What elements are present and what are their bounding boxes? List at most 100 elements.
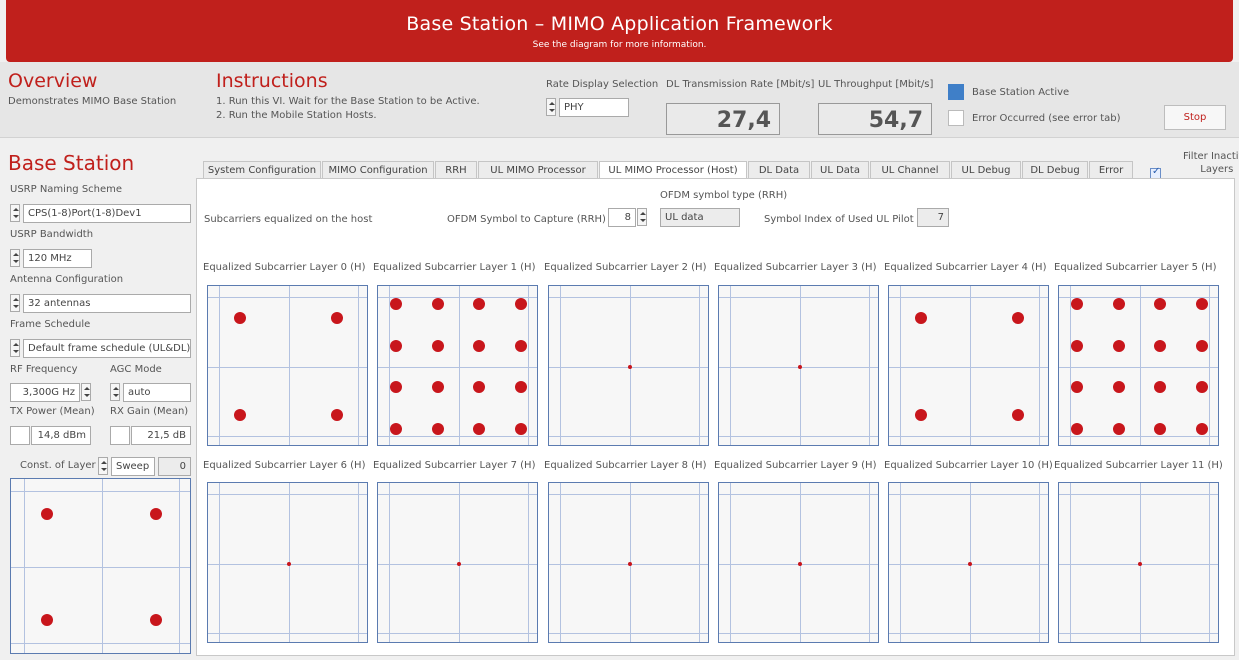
- instructions-line-2: 2. Run the Mobile Station Hosts.: [216, 110, 377, 121]
- ul-throughput-label: UL Throughput [Mbit/s]: [818, 79, 934, 90]
- plot-title-layer-7: Equalized Subcarrier Layer 7 (H): [373, 460, 536, 471]
- grid-line: [1140, 286, 1141, 445]
- ofdm-capture-spinner[interactable]: [637, 208, 647, 226]
- overview-description: Demonstrates MIMO Base Station: [8, 96, 177, 107]
- plot-title-layer-9: Equalized Subcarrier Layer 9 (H): [714, 460, 877, 471]
- agc-mode-field[interactable]: auto: [123, 383, 191, 402]
- grid-line: [459, 286, 460, 445]
- constellation-point: [915, 409, 927, 421]
- rate-display-label: Rate Display Selection: [546, 79, 659, 90]
- constellation-point: [968, 562, 972, 566]
- constellation-point: [1113, 423, 1125, 435]
- ul-pilot-field: 7: [917, 208, 949, 227]
- grid-line: [900, 286, 901, 445]
- grid-line: [869, 286, 870, 445]
- ofdm-capture-field[interactable]: 8: [608, 208, 636, 227]
- antenna-config-label: Antenna Configuration: [10, 274, 124, 285]
- grid-line: [1070, 483, 1071, 642]
- rate-display-spinner[interactable]: [546, 98, 556, 116]
- constellation-point: [473, 381, 485, 393]
- constellation-point: [1154, 381, 1166, 393]
- rate-display-select[interactable]: PHY: [559, 98, 629, 117]
- rf-frequency-field[interactable]: 3,300G Hz: [10, 383, 80, 402]
- constellation-point: [1113, 340, 1125, 352]
- antenna-config-field[interactable]: 32 antennas: [23, 294, 191, 313]
- antenna-config-spinner[interactable]: [10, 294, 20, 312]
- constellation-plot-layer-4: [888, 285, 1049, 446]
- agc-mode-spinner[interactable]: [110, 383, 120, 401]
- filter-inactive-label-line-1: Filter Inactive: [1183, 151, 1239, 162]
- grid-line: [889, 297, 1048, 298]
- constellation-point: [234, 409, 246, 421]
- constellation-plot-layer-0: [207, 285, 368, 446]
- grid-line: [378, 297, 537, 298]
- const-layer-spinner[interactable]: [98, 457, 108, 475]
- constellation-point: [473, 298, 485, 310]
- const-layer-index: 0: [158, 457, 191, 476]
- dl-rate-label: DL Transmission Rate [Mbit/s]: [666, 79, 815, 90]
- constellation-point: [1113, 298, 1125, 310]
- grid-line: [358, 483, 359, 642]
- constellation-point: [432, 298, 444, 310]
- plot-title-layer-3: Equalized Subcarrier Layer 3 (H): [714, 262, 877, 273]
- constellation-point: [515, 381, 527, 393]
- usrp-bandwidth-spinner[interactable]: [10, 249, 20, 267]
- constellation-point: [1196, 298, 1208, 310]
- grid-line: [719, 436, 878, 437]
- grid-line: [24, 479, 25, 653]
- grid-line: [1039, 483, 1040, 642]
- usrp-naming-field[interactable]: CPS(1-8)Port(1-8)Dev1: [23, 204, 191, 223]
- constellation-plot-layer-6: [207, 482, 368, 643]
- constellation-point: [432, 340, 444, 352]
- tx-power-toggle[interactable]: [10, 426, 30, 445]
- base-station-active-label: Base Station Active: [972, 87, 1070, 98]
- grid-line: [219, 286, 220, 445]
- filter-inactive-label-line-2: Layers: [1200, 164, 1234, 175]
- grid-line: [528, 483, 529, 642]
- grid-line: [719, 494, 878, 495]
- grid-line: [208, 436, 367, 437]
- plot-title-layer-10: Equalized Subcarrier Layer 10 (H): [884, 460, 1053, 471]
- rf-frequency-spinner[interactable]: [81, 383, 91, 401]
- stop-button[interactable]: Stop: [1164, 105, 1226, 130]
- plot-title-layer-8: Equalized Subcarrier Layer 8 (H): [544, 460, 707, 471]
- constellation-plot-layer-10: [888, 482, 1049, 643]
- constellation-point: [390, 298, 402, 310]
- constellation-point: [41, 614, 53, 626]
- constellation-plot-layer-8: [548, 482, 709, 643]
- grid-line: [208, 494, 367, 495]
- grid-line: [11, 643, 190, 644]
- rx-gain-field: 21,5 dB: [131, 426, 191, 445]
- constellation-point: [1071, 298, 1083, 310]
- left-constellation-plot: [10, 478, 191, 654]
- frame-schedule-field[interactable]: Default frame schedule (UL&DL): [23, 339, 191, 358]
- subcarriers-host-label: Subcarriers equalized on the host: [204, 214, 373, 225]
- rf-frequency-label: RF Frequency: [10, 364, 78, 375]
- rx-gain-toggle[interactable]: [110, 426, 130, 445]
- grid-line: [699, 483, 700, 642]
- const-layer-mode[interactable]: Sweep: [111, 457, 155, 476]
- plot-title-layer-6: Equalized Subcarrier Layer 6 (H): [203, 460, 366, 471]
- grid-line: [389, 483, 390, 642]
- constellation-point: [390, 381, 402, 393]
- grid-line: [560, 286, 561, 445]
- grid-line: [208, 367, 367, 368]
- grid-line: [970, 286, 971, 445]
- dl-rate-indicator: 27,4: [666, 103, 780, 135]
- usrp-bandwidth-field[interactable]: 120 MHz: [23, 249, 92, 268]
- constellation-point: [1071, 423, 1083, 435]
- frame-schedule-label: Frame Schedule: [10, 319, 91, 330]
- grid-line: [219, 483, 220, 642]
- plot-title-layer-5: Equalized Subcarrier Layer 5 (H): [1054, 262, 1217, 273]
- grid-line: [389, 286, 390, 445]
- constellation-plot-layer-11: [1058, 482, 1219, 643]
- usrp-naming-spinner[interactable]: [10, 204, 20, 222]
- filter-inactive-label: Filter Inactive Layers: [1183, 150, 1239, 176]
- grid-line: [208, 633, 367, 634]
- frame-schedule-spinner[interactable]: [10, 339, 20, 357]
- tx-power-field: 14,8 dBm: [31, 426, 91, 445]
- plot-title-layer-0: Equalized Subcarrier Layer 0 (H): [203, 262, 366, 273]
- grid-line: [11, 567, 190, 568]
- constellation-point: [1196, 340, 1208, 352]
- constellation-point: [1196, 423, 1208, 435]
